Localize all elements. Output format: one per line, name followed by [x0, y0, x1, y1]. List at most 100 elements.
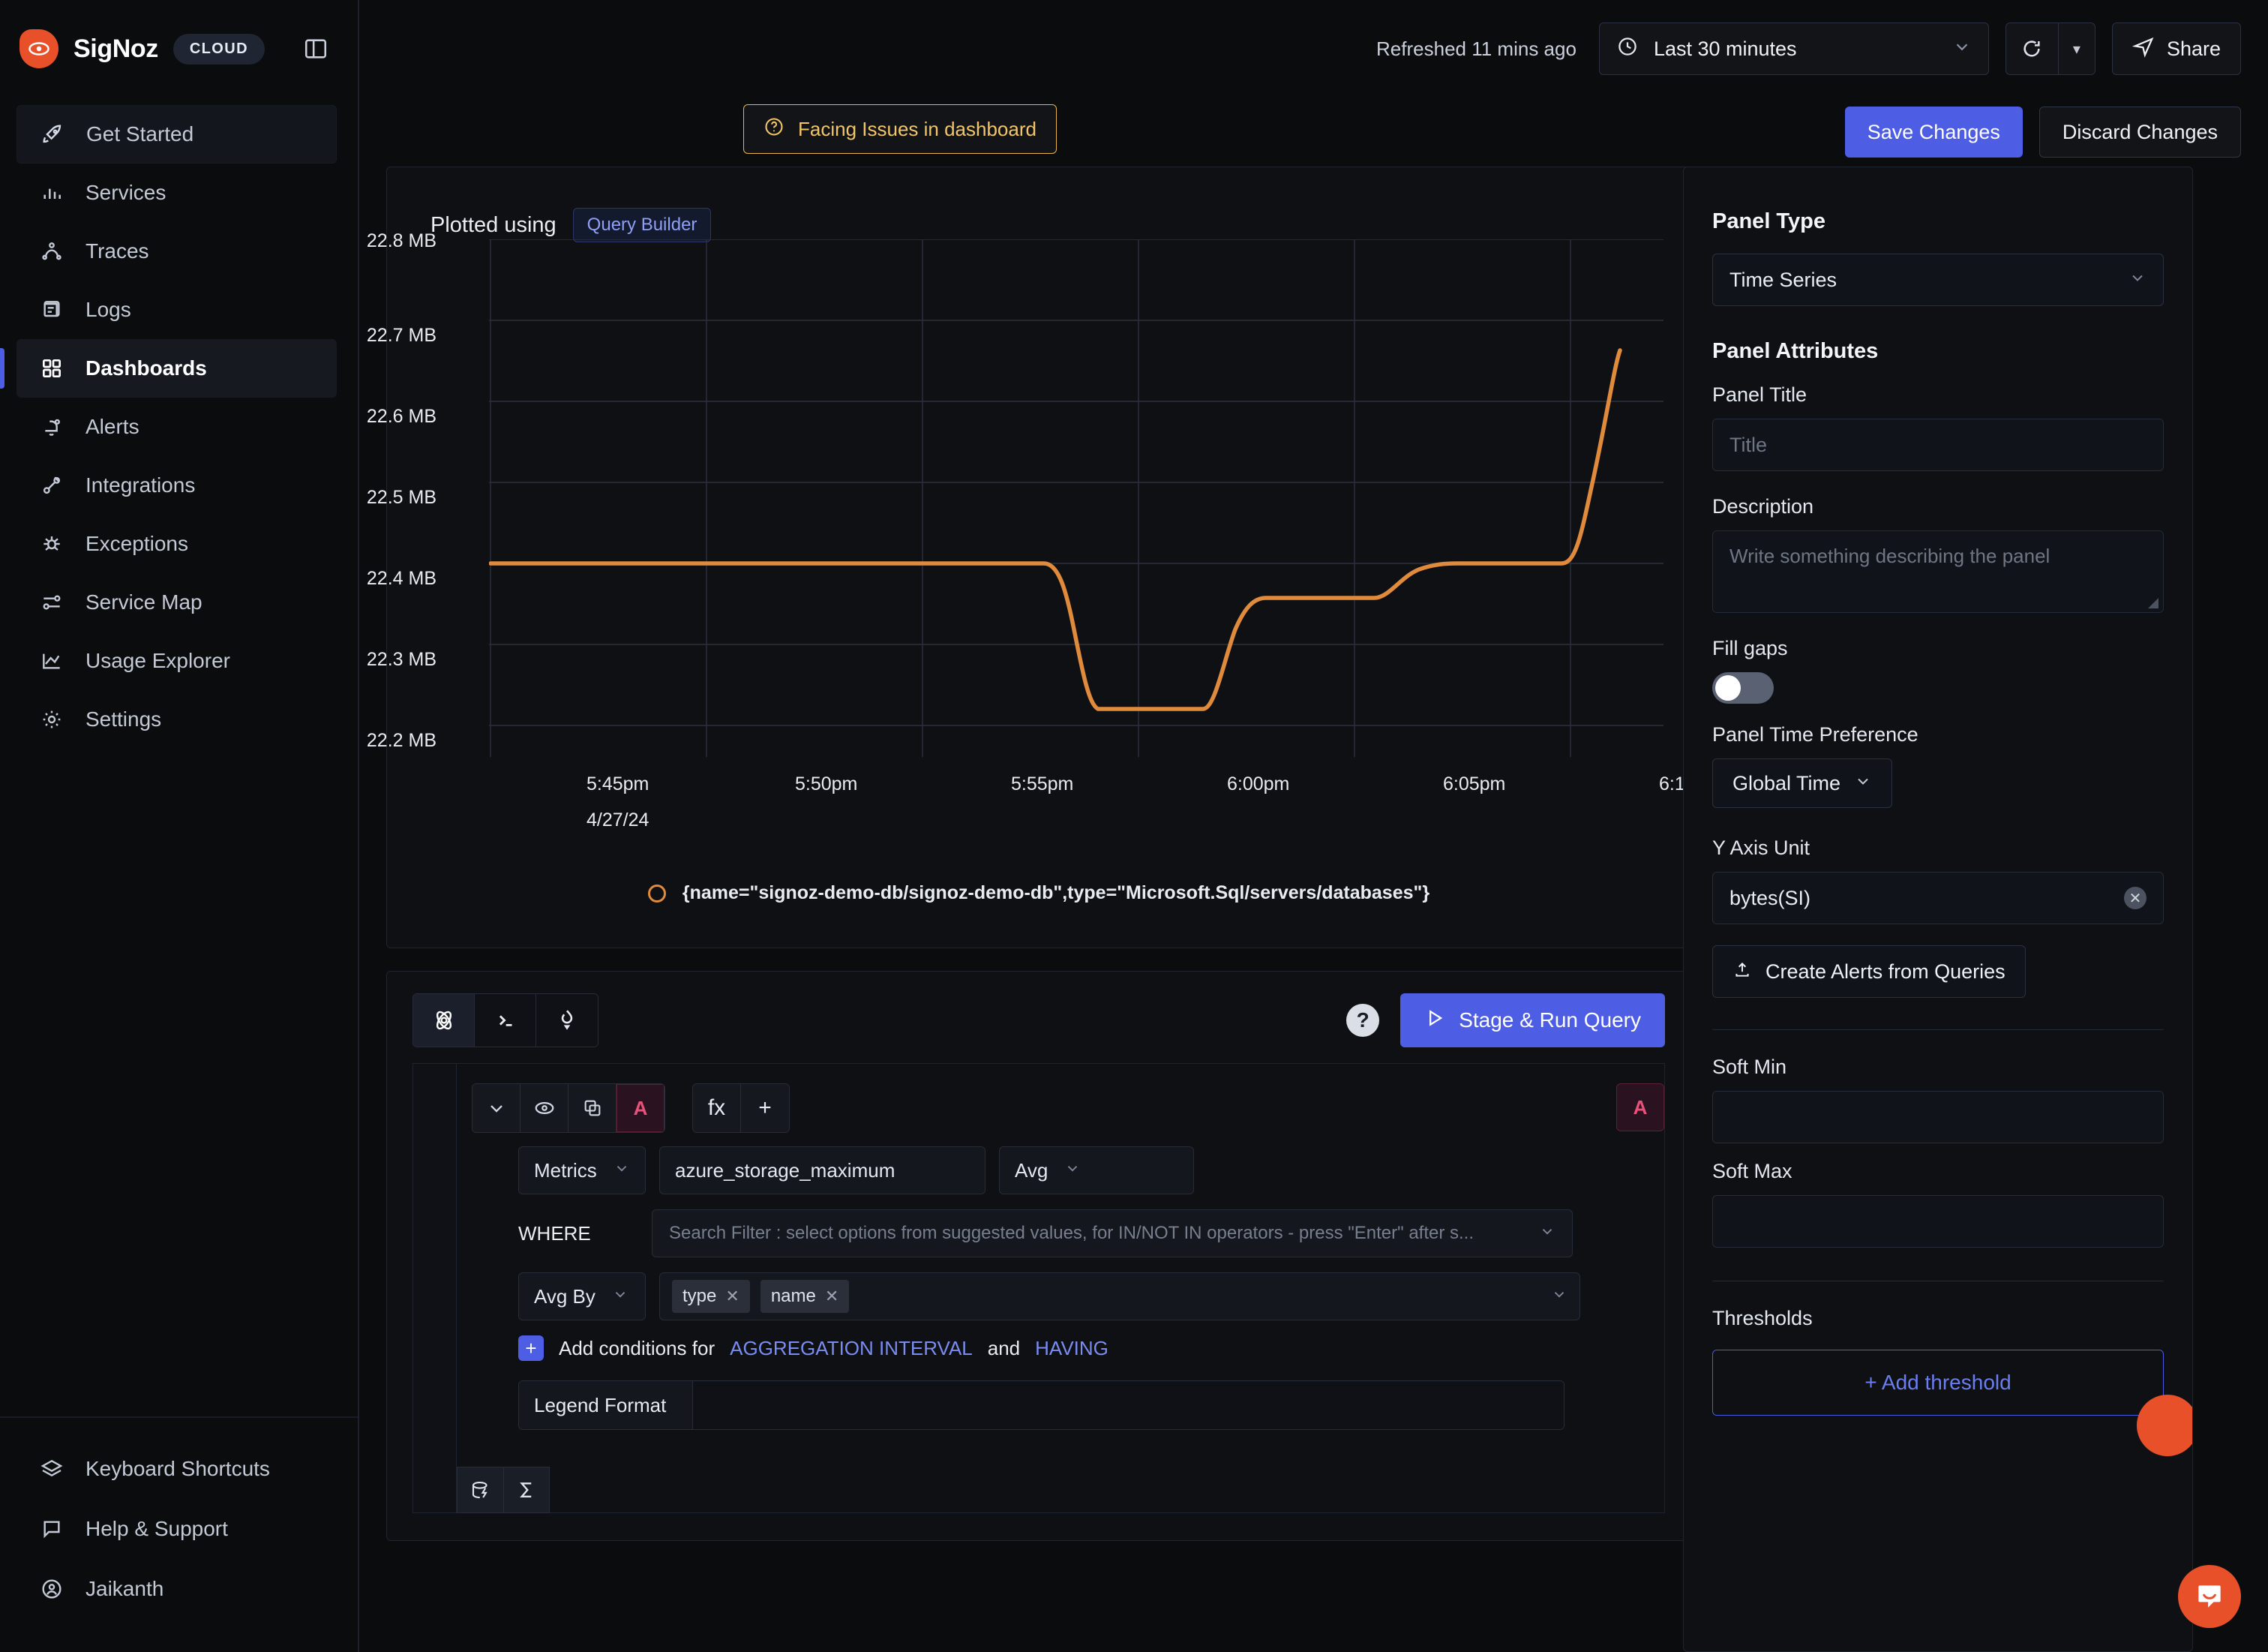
- top-toolbar: Refreshed 11 mins ago Last 30 minutes ▾: [359, 0, 2268, 98]
- chevron-down-icon: [1854, 772, 1872, 795]
- create-alerts-from-queries-button[interactable]: Create Alerts from Queries: [1712, 945, 2026, 998]
- fill-gaps-toggle[interactable]: [1712, 672, 1774, 704]
- chart-svg-wrapper[interactable]: [488, 239, 1664, 768]
- question-mark-icon[interactable]: ?: [1346, 1004, 1380, 1037]
- soft-max-input[interactable]: [1712, 1195, 2164, 1248]
- sidebar-item-exceptions[interactable]: Exceptions: [16, 515, 337, 573]
- question-circle-icon: [764, 116, 784, 143]
- y-axis-unit-value: bytes(SI): [1730, 886, 1811, 909]
- copy-icon[interactable]: [568, 1084, 616, 1132]
- add-conditions-row[interactable]: + Add conditions for AGGREGATION INTERVA…: [518, 1335, 1664, 1361]
- chart-legend[interactable]: {name="signoz-demo-db/signoz-demo-db",ty…: [387, 882, 1690, 904]
- soft-min-input[interactable]: [1712, 1091, 2164, 1143]
- send-icon: [2132, 35, 2155, 63]
- metric-name-select[interactable]: azure_storage_maximum: [659, 1146, 986, 1194]
- rocket-icon: [38, 120, 67, 149]
- sidebar-item-dashboards[interactable]: Dashboards: [16, 339, 337, 398]
- group-by-chip[interactable]: name ✕: [760, 1280, 850, 1313]
- legend-format-field[interactable]: Legend Format: [518, 1380, 1564, 1430]
- sidebar-item-services[interactable]: Services: [16, 164, 337, 222]
- y-tick-label: 22.2 MB: [366, 730, 436, 751]
- sigma-icon[interactable]: [503, 1467, 550, 1513]
- query-builder-tab[interactable]: [413, 994, 475, 1047]
- chip-label: type: [682, 1286, 717, 1306]
- sidebar-item-label: Exceptions: [86, 532, 188, 555]
- sidebar-item-help-support[interactable]: Help & Support: [16, 1499, 337, 1559]
- bell-icon: [38, 413, 66, 441]
- legend-format-input[interactable]: [693, 1381, 1564, 1429]
- query-label-a-right[interactable]: A: [1616, 1083, 1664, 1131]
- collapse-query-icon[interactable]: [472, 1084, 520, 1132]
- sidebar-item-keyboard-shortcuts[interactable]: Keyboard Shortcuts: [16, 1439, 337, 1499]
- group-by-select[interactable]: Avg By: [518, 1272, 646, 1320]
- save-changes-button[interactable]: Save Changes: [1844, 107, 2023, 158]
- scroll-to-top-fab[interactable]: [2137, 1395, 2192, 1456]
- description-label: Description: [1712, 495, 1814, 518]
- clock-icon: [1616, 35, 1639, 63]
- refreshed-status: Refreshed 11 mins ago: [1376, 37, 1576, 60]
- add-conditions-and: and: [987, 1336, 1021, 1359]
- database-bolt-icon[interactable]: [457, 1467, 503, 1513]
- y-tick-label: 22.4 MB: [366, 568, 436, 589]
- chevron-down-icon: [612, 1286, 628, 1307]
- y-tick-label: 22.8 MB: [366, 230, 436, 251]
- close-icon[interactable]: ✕: [825, 1287, 838, 1306]
- sidebar-item-label: Alerts: [86, 415, 140, 438]
- query-form: Metrics azure_storage_maximum Avg WHERE …: [413, 1133, 1664, 1430]
- promql-tab[interactable]: [536, 994, 598, 1047]
- refresh-interval-caret-icon[interactable]: ▾: [2059, 23, 2095, 74]
- user-circle-icon: [38, 1575, 66, 1603]
- clickhouse-tab[interactable]: [475, 994, 536, 1047]
- group-by-chip[interactable]: type ✕: [672, 1280, 750, 1313]
- panel-collapse-icon[interactable]: [299, 32, 332, 65]
- soft-max-label: Soft Max: [1712, 1160, 1792, 1182]
- left-column: Plotted using Query Builder 22.8 MB 22.7…: [359, 167, 1721, 1652]
- function-icon[interactable]: fx: [693, 1084, 741, 1132]
- x-tick-label: 5:50pm: [795, 773, 858, 794]
- x-tick-date: 4/27/24: [586, 809, 650, 831]
- query-row-tool-group: A: [472, 1083, 665, 1133]
- metric-row: Metrics azure_storage_maximum Avg: [518, 1146, 1664, 1194]
- y-axis-unit-select[interactable]: bytes(SI) ✕: [1712, 872, 2164, 924]
- discard-changes-button[interactable]: Discard Changes: [2038, 107, 2241, 158]
- sidebar-item-label: Get Started: [86, 122, 194, 146]
- chip-label: name: [770, 1286, 816, 1306]
- group-by-chips-input[interactable]: type ✕ name ✕: [659, 1272, 1580, 1320]
- facing-issues-button[interactable]: Facing Issues in dashboard: [743, 104, 1057, 154]
- chat-bubble-icon: [38, 1515, 66, 1543]
- sidebar-item-label: Help & Support: [86, 1517, 228, 1540]
- sidebar-item-get-started[interactable]: Get Started: [16, 105, 337, 164]
- close-circle-icon[interactable]: ✕: [2124, 887, 2146, 909]
- query-label-a[interactable]: A: [616, 1084, 664, 1132]
- bug-icon: [38, 530, 66, 558]
- legend-series-dot: [647, 884, 666, 903]
- stage-and-run-query-button[interactable]: Stage & Run Query: [1400, 993, 1665, 1047]
- where-filter-input[interactable]: Search Filter : select options from sugg…: [652, 1209, 1573, 1257]
- having-link[interactable]: HAVING: [1035, 1337, 1108, 1360]
- eye-icon[interactable]: [520, 1084, 568, 1132]
- aggregation-select[interactable]: Avg: [999, 1146, 1194, 1194]
- refresh-icon[interactable]: [2006, 23, 2059, 74]
- time-range-picker[interactable]: Last 30 minutes: [1598, 23, 1989, 75]
- share-button[interactable]: Share: [2111, 23, 2241, 75]
- aggregation-interval-link[interactable]: AGGREGATION INTERVAL: [730, 1337, 973, 1360]
- close-icon[interactable]: ✕: [725, 1287, 739, 1306]
- toggle-knob: [1715, 675, 1741, 701]
- plus-icon[interactable]: +: [518, 1335, 544, 1361]
- query-builder-header: ? Stage & Run Query: [387, 972, 1690, 1047]
- panel-title-input[interactable]: Title: [1712, 419, 2164, 471]
- chevron-down-icon: [1551, 1286, 1568, 1307]
- panel-type-select[interactable]: Time Series: [1712, 254, 2164, 306]
- query-add-group: fx +: [692, 1083, 790, 1133]
- panel-time-preference-select[interactable]: Global Time: [1712, 758, 1893, 808]
- sidebar-item-user-profile[interactable]: Jaikanth: [16, 1559, 337, 1619]
- add-threshold-button[interactable]: + Add threshold: [1712, 1350, 2164, 1416]
- logs-icon: [38, 296, 66, 324]
- data-source-select[interactable]: Metrics: [518, 1146, 646, 1194]
- description-textarea[interactable]: Write something describing the panel: [1712, 530, 2164, 613]
- intercom-launcher-icon[interactable]: [2178, 1565, 2241, 1628]
- x-tick-label: 5:45pm: [586, 773, 650, 794]
- add-query-icon[interactable]: +: [741, 1084, 789, 1132]
- aggregation-value: Avg: [1015, 1158, 1048, 1182]
- query-builder-chip[interactable]: Query Builder: [572, 208, 712, 242]
